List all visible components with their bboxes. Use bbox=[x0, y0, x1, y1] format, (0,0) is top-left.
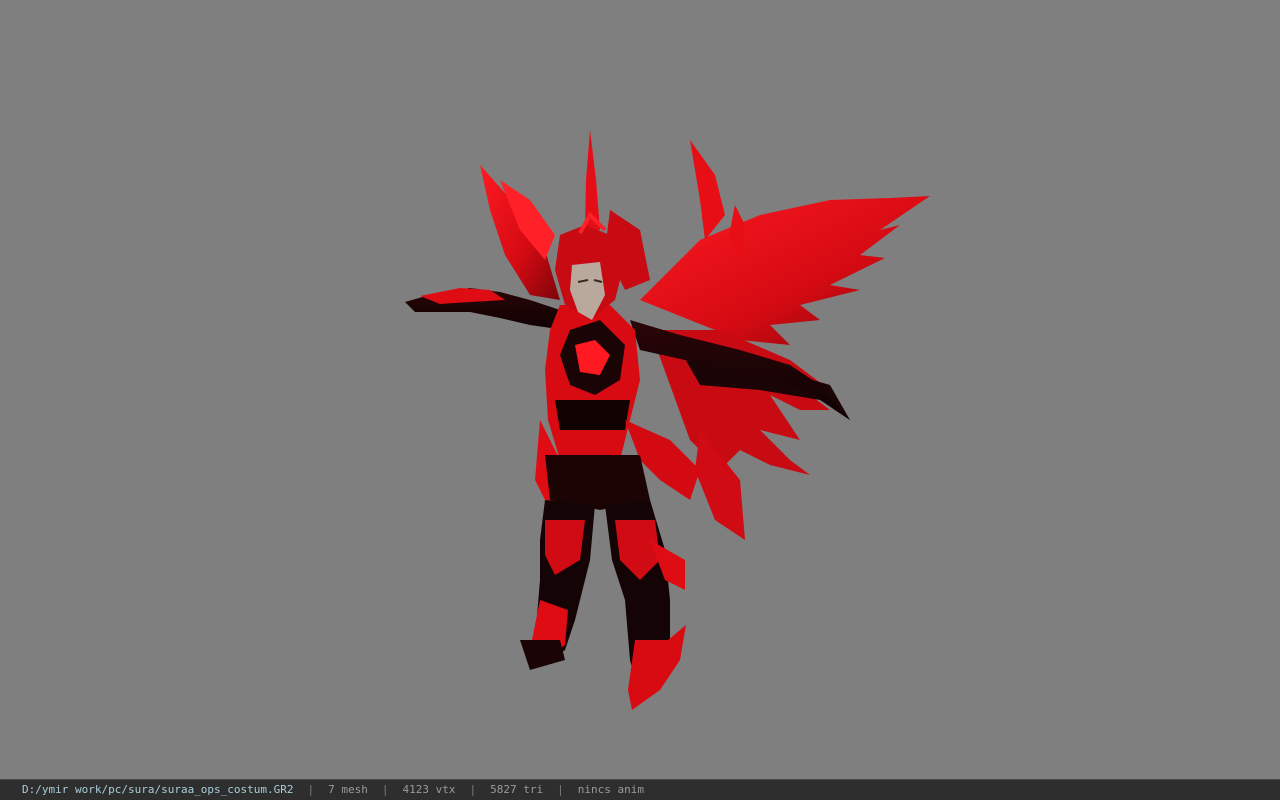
3d-viewport[interactable] bbox=[0, 0, 1280, 779]
separator: | bbox=[469, 783, 477, 796]
triangle-count: 5827 tri bbox=[490, 783, 544, 796]
vertex-count: 4123 vtx bbox=[402, 783, 456, 796]
separator: | bbox=[557, 783, 564, 796]
separator: | bbox=[381, 783, 389, 796]
torso bbox=[545, 305, 640, 460]
separator: | bbox=[307, 783, 315, 796]
character-model-icon bbox=[405, 130, 930, 710]
animation-status: nincs anim bbox=[577, 783, 644, 796]
file-path: D:/ymir work/pc/sura/suraa_ops_costum.GR… bbox=[22, 783, 294, 796]
legs bbox=[520, 500, 686, 710]
status-bar: D:/ymir work/pc/sura/suraa_ops_costum.GR… bbox=[0, 779, 1280, 800]
mesh-count: 7 mesh bbox=[328, 783, 368, 796]
